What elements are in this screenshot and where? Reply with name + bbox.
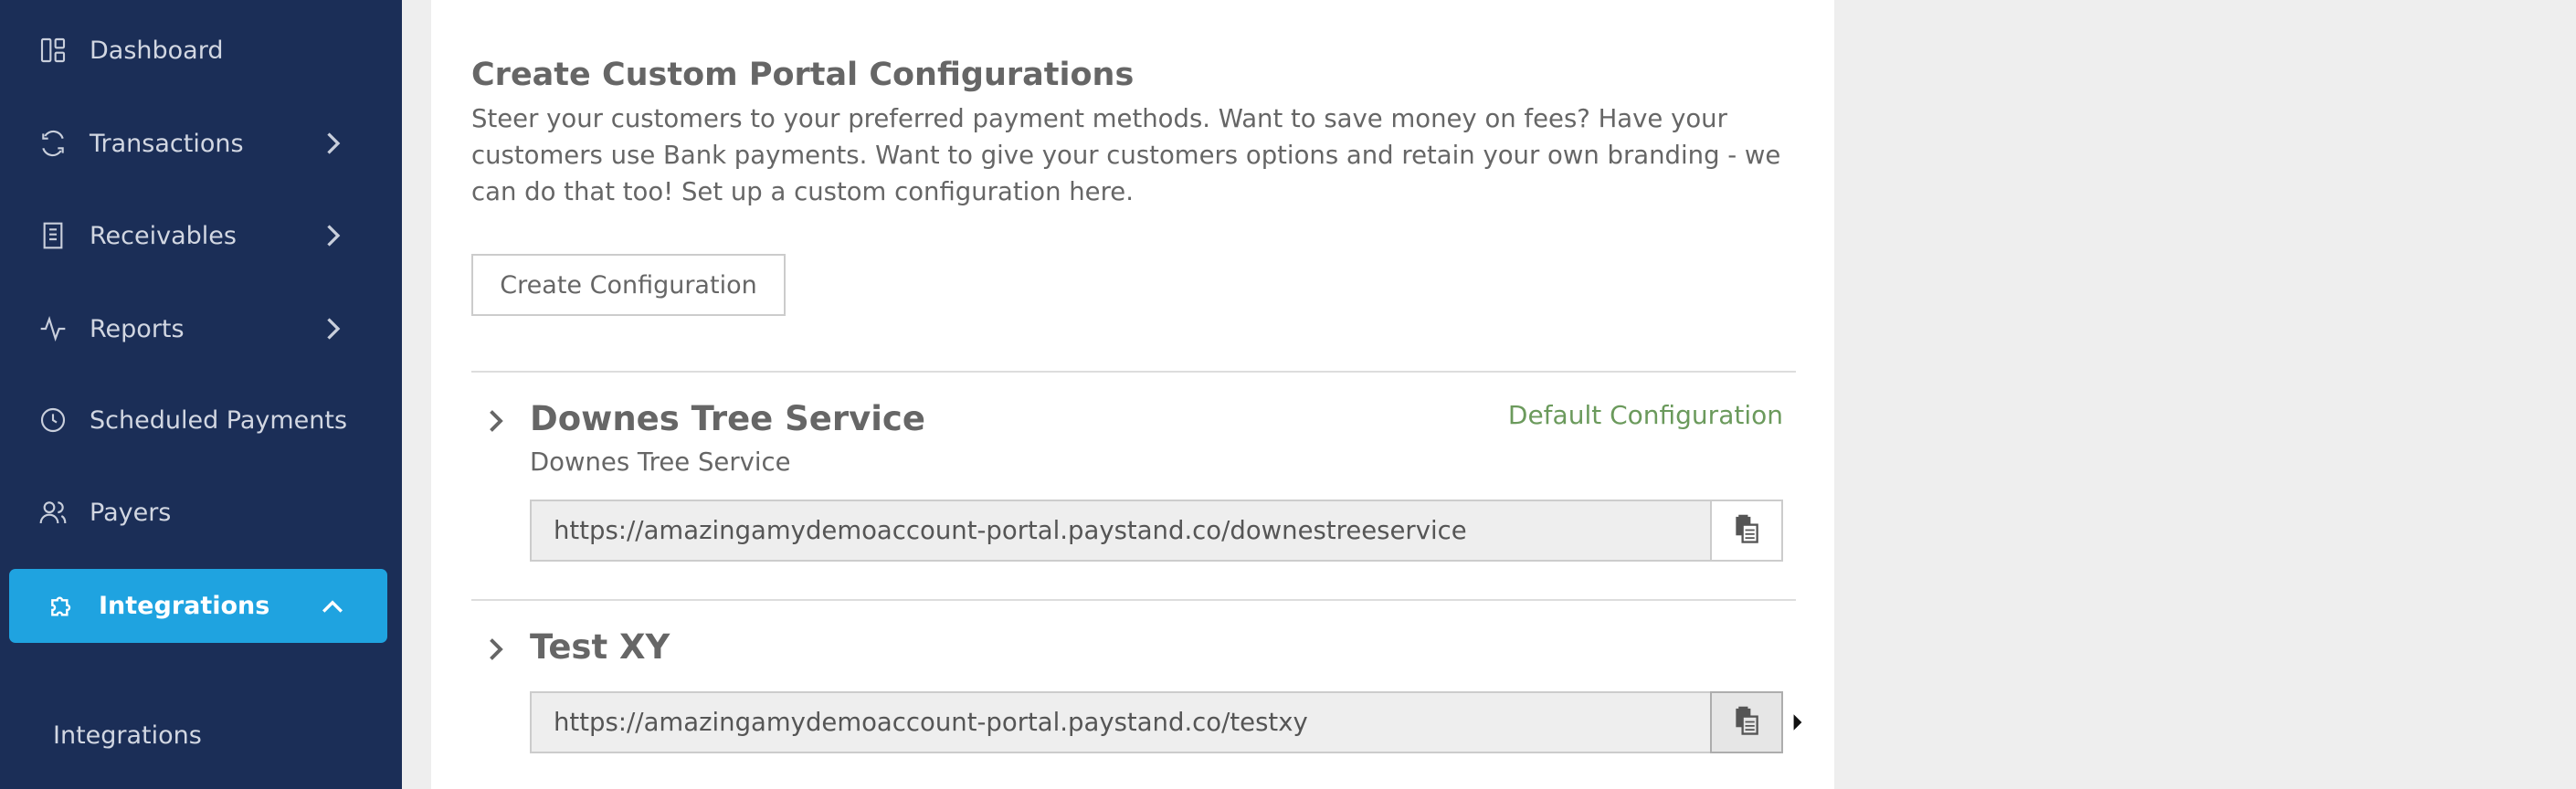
- sidebar-subitem-integrations[interactable]: Integrations: [53, 721, 202, 750]
- sidebar-item-payers[interactable]: Payers: [0, 479, 402, 545]
- sidebar-item-label: Receivables: [90, 221, 237, 250]
- sidebar-item-label: Integrations: [99, 592, 270, 620]
- sidebar-item-dashboard[interactable]: Dashboard: [0, 17, 402, 83]
- create-configuration-button[interactable]: Create Configuration: [471, 254, 786, 316]
- portal-url-field[interactable]: https://amazingamydemoaccount-portal.pay…: [530, 500, 1712, 562]
- sidebar-item-reports[interactable]: Reports: [0, 296, 402, 362]
- configuration-title[interactable]: Test XY: [530, 627, 670, 667]
- chevron-right-icon[interactable]: [484, 405, 506, 437]
- chevron-right-icon: [320, 312, 345, 345]
- activity-icon: [37, 312, 69, 345]
- sidebar: Dashboard Transactions Receivables Repor…: [0, 0, 402, 789]
- sidebar-item-scheduled-payments[interactable]: Scheduled Payments: [0, 387, 402, 453]
- copy-icon: [1733, 706, 1760, 739]
- configuration-subtitle: Downes Tree Service: [530, 447, 791, 477]
- dashboard-icon: [37, 34, 69, 67]
- chevron-right-icon[interactable]: [484, 633, 506, 666]
- sidebar-item-label: Transactions: [90, 129, 244, 158]
- main-panel: Create Custom Portal Configurations Stee…: [431, 0, 1834, 789]
- chevron-right-icon: [320, 219, 345, 252]
- clock-icon: [37, 404, 69, 437]
- divider: [471, 371, 1796, 373]
- sidebar-item-label: Dashboard: [90, 36, 224, 65]
- sidebar-item-transactions[interactable]: Transactions: [0, 110, 402, 176]
- portal-url-text: https://amazingamydemoaccount-portal.pay…: [554, 516, 1467, 545]
- page-title: Create Custom Portal Configurations: [471, 57, 1135, 93]
- divider: [471, 599, 1796, 601]
- receipt-icon: [37, 219, 69, 252]
- caret-right-icon: [1792, 711, 1803, 733]
- copy-url-button[interactable]: [1710, 691, 1783, 753]
- users-icon: [37, 496, 69, 529]
- portal-url-text: https://amazingamydemoaccount-portal.pay…: [554, 708, 1308, 737]
- copy-icon: [1733, 514, 1760, 547]
- sidebar-item-label: Reports: [90, 314, 185, 343]
- configuration-title[interactable]: Downes Tree Service: [530, 399, 925, 438]
- sidebar-item-receivables[interactable]: Receivables: [0, 203, 402, 268]
- sidebar-item-label: Scheduled Payments: [90, 405, 348, 435]
- sidebar-item-integrations[interactable]: Integrations: [9, 569, 387, 643]
- sync-icon: [37, 127, 69, 160]
- portal-url-field[interactable]: https://amazingamydemoaccount-portal.pay…: [530, 691, 1802, 753]
- default-configuration-badge: Default Configuration: [1507, 400, 1783, 430]
- copy-url-button[interactable]: [1710, 500, 1783, 562]
- sidebar-item-label: Payers: [90, 498, 172, 527]
- chevron-up-icon: [316, 590, 349, 623]
- chevron-right-icon: [320, 127, 345, 160]
- page-description: Steer your customers to your preferred p…: [471, 104, 1781, 206]
- puzzle-icon: [46, 590, 79, 623]
